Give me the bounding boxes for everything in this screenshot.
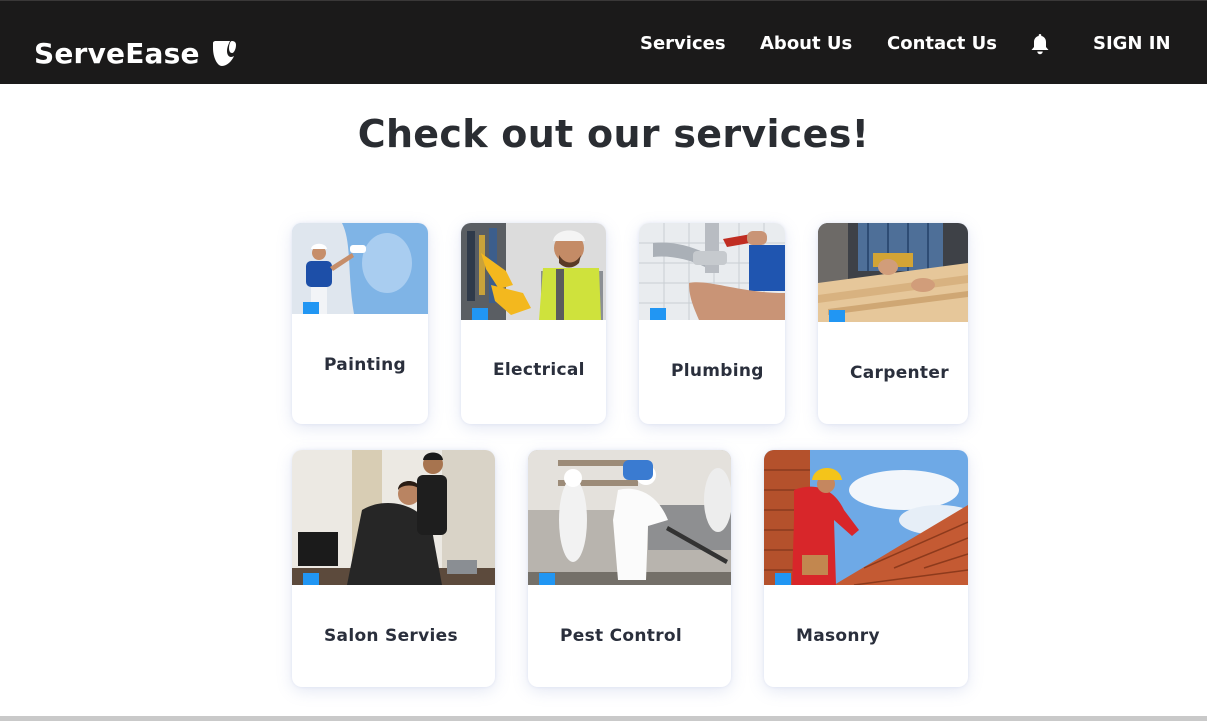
service-label-pest-control: Pest Control — [560, 626, 683, 646]
service-label-electrical: Electrical — [493, 360, 585, 380]
service-card-electrical[interactable]: Electrical — [461, 223, 606, 424]
electrical-image — [461, 223, 606, 320]
salon-image — [292, 450, 495, 585]
typo3-logo-icon — [212, 41, 236, 66]
bell-icon — [1031, 34, 1049, 55]
service-card-carpenter[interactable]: Carpenter — [818, 223, 968, 424]
service-card-pest-control[interactable]: Pest Control — [528, 450, 731, 687]
nav-services-link[interactable]: Services — [640, 33, 726, 55]
service-card-painting[interactable]: Painting — [292, 223, 428, 424]
pest-control-image — [528, 450, 731, 585]
service-label-masonry: Masonry — [796, 626, 880, 646]
accent-badge — [539, 573, 555, 585]
nav-about-link[interactable]: About Us — [760, 33, 852, 55]
service-card-plumbing[interactable]: Plumbing — [639, 223, 785, 424]
top-navbar: ServeEase Services About Us Contact Us S… — [0, 0, 1207, 84]
brand-link[interactable]: ServeEase — [34, 33, 238, 73]
plumbing-image — [639, 223, 785, 320]
service-label-salon: Salon Servies — [324, 626, 458, 646]
service-label-plumbing: Plumbing — [671, 361, 764, 381]
service-card-salon[interactable]: Salon Servies — [292, 450, 495, 687]
page-title: Check out our services! — [357, 112, 870, 156]
service-card-masonry[interactable]: Masonry — [764, 450, 968, 687]
bottom-divider — [0, 716, 1207, 721]
accent-badge — [829, 310, 845, 322]
accent-badge — [472, 308, 488, 320]
service-label-painting: Painting — [324, 355, 407, 375]
accent-badge — [303, 302, 319, 314]
accent-badge — [775, 573, 791, 585]
brand-name: ServeEase — [34, 36, 200, 70]
accent-badge — [650, 308, 666, 320]
accent-badge — [303, 573, 319, 585]
masonry-image — [764, 450, 968, 585]
service-label-carpenter: Carpenter — [850, 363, 949, 383]
carpenter-image — [818, 223, 968, 322]
notifications-button[interactable] — [1029, 32, 1051, 56]
sign-in-link[interactable]: SIGN IN — [1093, 33, 1171, 55]
nav-contact-link[interactable]: Contact Us — [887, 33, 997, 55]
painting-image — [292, 223, 428, 314]
